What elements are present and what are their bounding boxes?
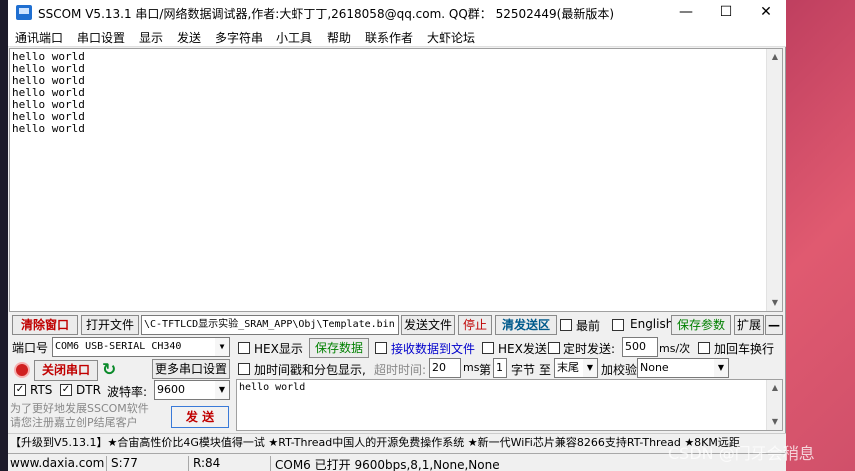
timeout-unit-label: ms	[463, 361, 480, 374]
recv-to-file-label[interactable]: 接收数据到文件	[391, 340, 475, 357]
stop-button[interactable]: 停止	[458, 315, 492, 335]
english-checkbox[interactable]	[612, 319, 624, 331]
chevron-down-icon[interactable]: ▼	[215, 338, 229, 356]
checksum-select[interactable]: None ▼	[637, 358, 729, 378]
latest-checkbox[interactable]	[560, 319, 572, 331]
nth-label: 第	[479, 363, 492, 377]
port-value: COM6 USB-SERIAL CH340	[55, 341, 182, 352]
menu-send[interactable]: 发送	[177, 29, 201, 46]
menu-bar: 通讯端口 串口设置 显示 发送 多字符串 小工具 帮助 联系作者 大虾论坛	[8, 25, 786, 47]
menu-forum[interactable]: 大虾论坛	[427, 29, 475, 46]
checksum-label: 加校验	[601, 363, 638, 377]
recv-to-file-checkbox[interactable]	[375, 342, 387, 354]
timed-interval-input[interactable]: 500	[622, 337, 658, 357]
menu-multi-string[interactable]: 多字符串	[215, 29, 263, 46]
english-label: English	[630, 317, 674, 331]
baud-select[interactable]: 9600 ▼	[154, 380, 230, 400]
menu-display[interactable]: 显示	[139, 29, 163, 46]
baud-label: 波特率:	[107, 385, 148, 399]
title-bar[interactable]: SSCOM V5.13.1 串口/网络数据调试器,作者:大虾丁丁,2618058…	[8, 0, 786, 25]
save-data-button[interactable]: 保存数据	[309, 338, 369, 358]
hex-send-checkbox[interactable]	[482, 342, 494, 354]
add-crlf-checkbox[interactable]	[698, 342, 710, 354]
to-label: 至	[539, 363, 552, 377]
send-text-area[interactable]: hello world ▲ ▼	[236, 379, 783, 431]
byte-label: 字节	[511, 363, 536, 377]
receive-scrollbar[interactable]: ▲ ▼	[766, 49, 782, 311]
port-status-icon	[14, 362, 30, 378]
hex-display-label: HEX显示	[254, 342, 303, 356]
timestamp-checkbox[interactable]	[238, 363, 250, 375]
close-port-button[interactable]: 关闭串口	[34, 360, 98, 381]
sent-count: S:77	[106, 456, 188, 471]
minimize-button[interactable]: —	[666, 0, 706, 25]
menu-serial-settings[interactable]: 串口设置	[77, 29, 125, 46]
dtr-label: DTR	[76, 383, 101, 397]
more-serial-settings-button[interactable]: 更多串口设置	[152, 359, 230, 379]
maximize-button[interactable]: ☐	[706, 0, 746, 25]
sscom-window: SSCOM V5.13.1 串口/网络数据调试器,作者:大虾丁丁,2618058…	[8, 0, 786, 471]
expand-button[interactable]: 扩展	[734, 315, 764, 335]
scroll-down-icon[interactable]: ▼	[767, 414, 783, 430]
menu-comm-port[interactable]: 通讯端口	[15, 29, 63, 46]
port-status-text: COM6 已打开 9600bps,8,1,None,None	[270, 456, 500, 471]
csdn-watermark: CSDN @门牙会稍息	[668, 444, 815, 463]
receive-text: hello world hello world hello world hell…	[12, 51, 85, 135]
app-icon	[16, 5, 32, 20]
menu-tools[interactable]: 小工具	[276, 29, 312, 46]
save-params-button[interactable]: 保存参数	[671, 315, 731, 335]
latest-label: 最前	[576, 319, 601, 333]
end-byte-select[interactable]: 末尾 ▼	[554, 358, 598, 378]
send-file-button[interactable]: 发送文件	[401, 315, 455, 335]
port-select[interactable]: COM6 USB-SERIAL CH340 ▼	[52, 337, 230, 357]
timed-send-checkbox[interactable]	[548, 342, 560, 354]
timeout-label: 超时时间:	[374, 363, 427, 377]
chevron-down-icon[interactable]: ▼	[215, 381, 229, 399]
menu-contact-author[interactable]: 联系作者	[365, 29, 413, 46]
clear-window-button[interactable]: 清除窗口	[12, 315, 78, 335]
rts-label: RTS	[30, 383, 53, 397]
scroll-up-icon[interactable]: ▲	[767, 49, 783, 65]
timed-send-label: 定时发送:	[563, 342, 616, 356]
receive-line: hello world	[12, 122, 85, 135]
dtr-checkbox[interactable]: ✓	[60, 384, 72, 396]
close-window-button[interactable]: ✕	[746, 0, 786, 25]
rts-checkbox[interactable]: ✓	[14, 384, 26, 396]
hex-send-label: HEX发送	[498, 342, 547, 356]
send-scrollbar[interactable]: ▲ ▼	[766, 380, 782, 430]
end-byte-value: 末尾	[557, 361, 579, 374]
scroll-up-icon[interactable]: ▲	[767, 380, 783, 396]
hex-display-checkbox[interactable]	[238, 342, 250, 354]
add-crlf-label: 加回车换行	[714, 342, 775, 356]
refresh-icon[interactable]: ↻	[102, 360, 116, 380]
menu-help[interactable]: 帮助	[327, 29, 351, 46]
website-link[interactable]: www.daxia.com	[8, 456, 104, 471]
port-label: 端口号	[12, 341, 49, 355]
received-count: R:84	[188, 456, 270, 471]
send-button[interactable]: 发 送	[171, 406, 229, 428]
timestamp-label: 加时间戳和分包显示,	[254, 363, 366, 377]
baud-value: 9600	[157, 383, 185, 396]
file-path-field[interactable]: \C-TFTLCD显示实验_SRAM_APP\Obj\Template.bin	[141, 315, 399, 335]
chevron-down-icon[interactable]: ▼	[714, 359, 728, 377]
checksum-value: None	[640, 361, 669, 374]
timed-unit-label: ms/次	[659, 342, 691, 355]
send-text: hello world	[239, 382, 306, 393]
promo-text: 为了更好地发展SSCOM软件 请您注册嘉立创P结尾客户	[10, 402, 149, 429]
receive-area[interactable]: hello world hello world hello world hell…	[9, 48, 783, 312]
window-title: SSCOM V5.13.1 串口/网络数据调试器,作者:大虾丁丁,2618058…	[38, 7, 615, 21]
collapse-button[interactable]: —	[765, 315, 783, 335]
timeout-input[interactable]: 20	[429, 358, 461, 378]
scroll-down-icon[interactable]: ▼	[767, 295, 783, 311]
start-byte-input[interactable]: 1	[493, 358, 507, 378]
chevron-down-icon[interactable]: ▼	[583, 359, 597, 377]
clear-send-button[interactable]: 清发送区	[495, 315, 557, 335]
open-file-button[interactable]: 打开文件	[81, 315, 139, 335]
